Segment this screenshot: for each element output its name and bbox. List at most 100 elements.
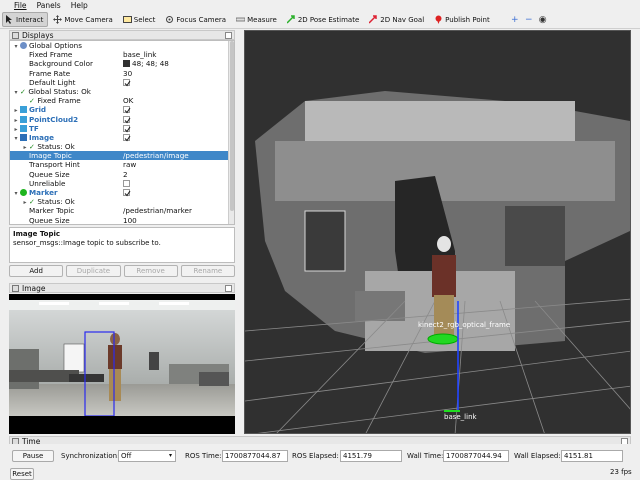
display-tree-row[interactable]: Queue Size 2 — [10, 170, 234, 179]
close-panel-icon[interactable] — [225, 32, 232, 39]
image-icon — [20, 133, 27, 141]
display-tree-row[interactable]: ▾ Marker — [10, 188, 234, 197]
tool-move-camera[interactable]: Move Camera — [50, 12, 117, 27]
wall-elapsed-label: Wall Elapsed: — [514, 452, 561, 460]
display-tree-key: Background Color — [29, 59, 93, 69]
pause-button[interactable]: Pause — [12, 450, 54, 462]
display-tree-row[interactable]: Fixed Frame base_link — [10, 50, 234, 59]
ros-time-field[interactable]: 1700877044.87 — [222, 450, 288, 462]
display-buttons: Add Duplicate Remove Rename — [9, 265, 235, 278]
display-tree-row[interactable]: Default Light — [10, 78, 234, 87]
display-tree-key: Marker — [29, 188, 58, 197]
menu-file[interactable]: File — [14, 1, 27, 10]
display-tree-value[interactable]: raw — [123, 160, 136, 169]
display-tree-row[interactable]: ▸ PointCloud2 — [10, 115, 234, 124]
display-tree-row[interactable]: ▾ Image — [10, 133, 234, 142]
display-tree-key: Image — [29, 132, 55, 142]
tool-select[interactable]: Select — [120, 12, 161, 27]
rename-button[interactable]: Rename — [180, 265, 235, 277]
fps-readout: 23 fps — [610, 468, 632, 476]
display-tree-value[interactable]: 2 — [123, 170, 128, 179]
display-tree-row[interactable]: Transport Hint raw — [10, 160, 234, 169]
camera-image — [9, 294, 235, 434]
tool-measure[interactable]: Measure — [233, 12, 282, 27]
tool-label: Measure — [247, 15, 277, 24]
tool-interact[interactable]: Interact — [2, 12, 49, 27]
display-tree-row[interactable]: ▸ ✓ Status: Ok — [10, 142, 234, 151]
display-tree-value[interactable] — [123, 124, 131, 133]
tool-publish-point[interactable]: Publish Point — [431, 12, 495, 27]
display-tree-key: Fixed Frame — [29, 50, 73, 60]
tool-2d-nav-goal[interactable]: 2D Nav Goal — [366, 12, 429, 27]
display-tree-row[interactable]: ▾ ✓ Global Status: Ok — [10, 87, 234, 96]
display-tree-row[interactable]: Image Topic/pedestrian/image — [10, 151, 234, 161]
wall-time-field[interactable]: 1700877044.94 — [443, 450, 509, 462]
displays-title-label: Displays — [22, 30, 54, 40]
close-panel-icon[interactable] — [225, 285, 232, 292]
display-tree-key: Unreliable — [29, 178, 66, 188]
nav-goal-icon — [368, 15, 378, 24]
3d-render-view[interactable]: kinect2_rgb_optical_frame base_link — [244, 30, 631, 434]
reset-button[interactable]: Reset — [10, 468, 34, 480]
display-tree-value[interactable] — [123, 188, 131, 197]
display-tree-row[interactable]: Background Color 48; 48; 48 — [10, 59, 234, 68]
display-tree-value[interactable] — [123, 78, 131, 87]
display-tree-key: Frame Rate — [29, 68, 71, 78]
add-button[interactable]: Add — [9, 265, 64, 277]
ros-elapsed-label: ROS Elapsed: — [292, 452, 339, 460]
display-tree-value[interactable]: 100 — [123, 216, 137, 224]
display-tree-value[interactable] — [123, 133, 131, 142]
menu-help[interactable]: Help — [71, 1, 88, 10]
sync-dropdown[interactable]: Off ▾ — [118, 450, 176, 462]
display-tree-row[interactable]: Frame Rate 30 — [10, 69, 234, 78]
display-tree-row[interactable]: ▸ ✓ Status: Ok — [10, 197, 234, 206]
display-tree-value[interactable] — [123, 105, 131, 114]
display-tree-value[interactable]: /pedestrian/image — [123, 151, 189, 160]
checkbox[interactable] — [123, 133, 131, 142]
display-tree-row[interactable]: Unreliable — [10, 179, 234, 188]
duplicate-button[interactable]: Duplicate — [66, 265, 121, 277]
tf-icon — [20, 124, 27, 132]
remove-tool-icon[interactable]: − — [523, 12, 535, 27]
base-link-label: base_link — [444, 413, 478, 421]
focus-camera-icon — [165, 15, 174, 24]
checkbox[interactable] — [123, 179, 130, 187]
remove-button[interactable]: Remove — [123, 265, 178, 277]
tool-focus-camera[interactable]: Focus Camera — [162, 12, 231, 27]
color-swatch[interactable] — [123, 60, 130, 68]
tool-label: Move Camera — [64, 15, 113, 24]
gear-icon — [20, 42, 27, 49]
display-tree-value[interactable]: /pedestrian/marker — [123, 206, 192, 215]
ros-elapsed-field[interactable]: 4151.79 — [340, 450, 402, 462]
display-tree-value[interactable] — [123, 115, 131, 124]
checkbox[interactable] — [123, 124, 131, 133]
display-tree-value[interactable]: 30 — [123, 69, 132, 78]
chevron-down-icon: ▾ — [168, 452, 172, 459]
tree-scrollbar[interactable] — [228, 41, 234, 224]
display-tree-value[interactable]: 48; 48; 48 — [123, 59, 169, 68]
wall-elapsed-field[interactable]: 4151.81 — [561, 450, 623, 462]
display-tree-row[interactable]: ▸ Grid — [10, 105, 234, 114]
select-icon — [122, 15, 132, 24]
display-tree-row[interactable]: Marker Topic/pedestrian/marker — [10, 206, 234, 215]
display-tree-row[interactable]: Queue Size 100 — [10, 216, 234, 224]
sync-value: Off — [121, 452, 132, 460]
checkbox[interactable] — [123, 189, 131, 197]
menu-panels[interactable]: Panels — [37, 1, 61, 10]
display-tree-value[interactable]: OK — [123, 96, 133, 105]
tool-2d-pose-estimate[interactable]: 2D Pose Estimate — [284, 12, 364, 27]
display-tree-key: Status: Ok — [37, 142, 75, 152]
display-tree-row[interactable]: ▾ Global Options — [10, 41, 234, 50]
display-tree-row[interactable]: ▸ TF — [10, 124, 234, 133]
eye-icon[interactable]: ◉ — [537, 12, 549, 27]
displays-panel-title: Displays — [9, 30, 235, 40]
checkbox[interactable] — [123, 78, 131, 87]
display-tree-value[interactable] — [123, 179, 130, 188]
display-tree-row[interactable]: ✓ Fixed Frame OK — [10, 96, 234, 105]
display-tree-value[interactable]: base_link — [123, 50, 156, 59]
checkbox[interactable] — [123, 106, 131, 114]
camera-image-view[interactable] — [9, 294, 235, 434]
checkbox[interactable] — [123, 115, 131, 123]
ros-time-label: ROS Time: — [185, 452, 222, 460]
add-tool-icon[interactable]: + — [509, 12, 521, 27]
